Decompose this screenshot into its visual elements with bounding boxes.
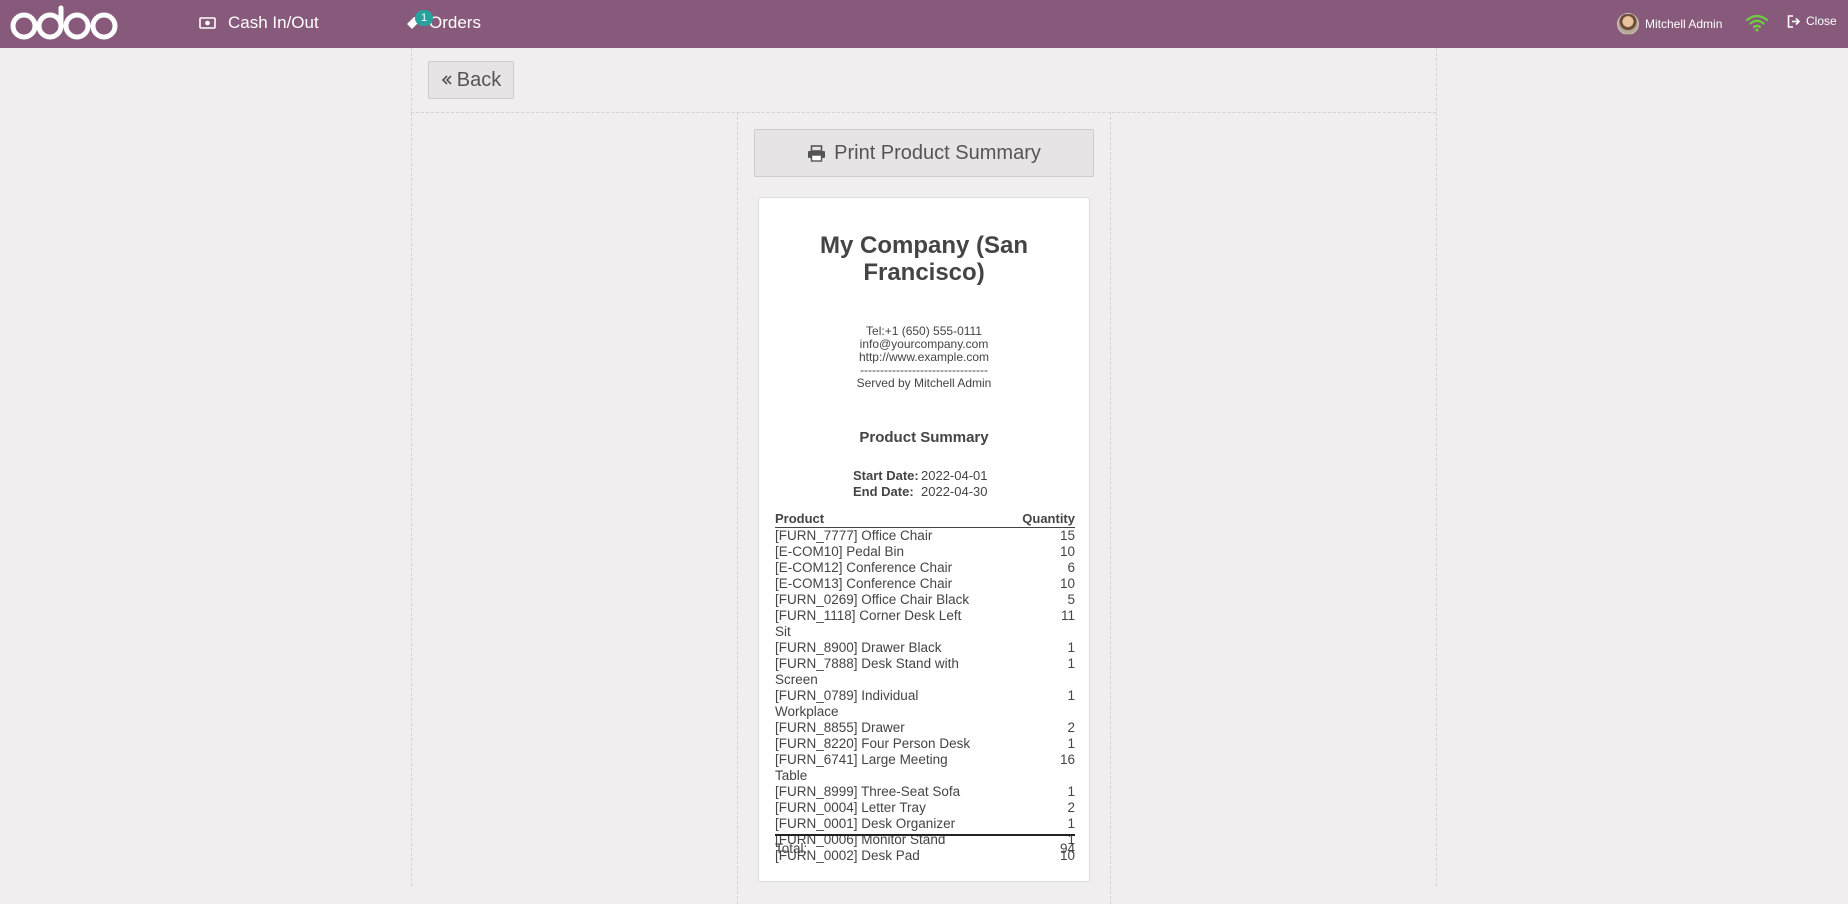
table-row: [E-COM10] Pedal Bin 10	[775, 544, 1075, 560]
product-name: [FURN_0269] Office Chair Black	[775, 592, 970, 607]
start-date-value: 2022-04-01	[921, 468, 988, 483]
table-row: [FURN_8855] Drawer 2	[775, 720, 1075, 736]
avatar	[1617, 13, 1639, 35]
product-quantity: 11	[1060, 608, 1075, 623]
guide-line	[1110, 112, 1111, 904]
guide-line	[1436, 48, 1437, 886]
total-divider	[775, 834, 1075, 836]
end-date-value: 2022-04-30	[921, 484, 988, 499]
product-name: [FURN_0789] Individual Workplace	[775, 688, 919, 719]
table-row: [FURN_6741] Large Meeting Table 16	[775, 752, 1075, 784]
product-quantity: 1	[1067, 784, 1075, 799]
table-row: [E-COM12] Conference Chair 6	[775, 560, 1075, 576]
product-name: [FURN_7888] Desk Stand with Screen	[775, 656, 959, 687]
product-quantity: 1	[1067, 736, 1075, 751]
guide-line	[411, 112, 1436, 113]
start-date-label: Start Date:	[853, 468, 919, 483]
product-quantity: 2	[1067, 720, 1075, 735]
table-row: [FURN_1118] Corner Desk Left Sit 11	[775, 608, 1075, 640]
product-quantity: 6	[1067, 560, 1075, 575]
orders-label: Orders	[429, 13, 481, 32]
double-chevron-left-icon	[441, 75, 452, 85]
table-row: [FURN_8220] Four Person Desk 1	[775, 736, 1075, 752]
table-header: Product Quantity	[775, 511, 1075, 528]
served-by: Served by Mitchell Admin	[856, 376, 992, 390]
user-menu[interactable]: Mitchell Admin	[1617, 13, 1722, 35]
product-quantity: 5	[1067, 592, 1075, 607]
table-row: [FURN_8999] Three-Seat Sofa 1	[775, 784, 1075, 800]
product-name: [FURN_7777] Office Chair	[775, 528, 933, 543]
product-name: [E-COM12] Conference Chair	[775, 560, 953, 575]
product-name: [FURN_0004] Letter Tray	[775, 800, 926, 815]
product-name: [FURN_6741] Large Meeting Table	[775, 752, 948, 783]
product-quantity: 16	[1059, 752, 1075, 767]
back-button[interactable]: Back	[428, 61, 514, 99]
quantity-column-header: Quantity	[1022, 511, 1075, 526]
orders-count-badge: 1	[415, 10, 434, 26]
product-name: [FURN_8855] Drawer	[775, 720, 905, 735]
product-quantity: 1	[1067, 816, 1075, 831]
guide-line	[411, 48, 412, 886]
product-name: [E-COM13] Conference Chair	[775, 576, 953, 591]
table-row: [FURN_0004] Letter Tray 2	[775, 800, 1075, 816]
sign-out-icon	[1787, 14, 1801, 28]
product-name: [FURN_8999] Three-Seat Sofa	[775, 784, 961, 799]
product-name: [E-COM10] Pedal Bin	[775, 544, 905, 559]
back-label: Back	[456, 68, 502, 91]
product-quantity: 1	[1067, 688, 1075, 703]
table-row: [E-COM13] Conference Chair 10	[775, 576, 1075, 592]
cash-in-out-button[interactable]: Cash In/Out	[199, 13, 319, 33]
product-column-header: Product	[775, 511, 825, 526]
product-name: [FURN_1118] Corner Desk Left Sit	[775, 608, 962, 639]
print-icon	[808, 144, 826, 162]
product-quantity: 15	[1059, 528, 1075, 543]
product-name: [FURN_8220] Four Person Desk	[775, 736, 971, 751]
product-summary-title: Product Summary	[859, 429, 989, 446]
receipt: My Company (San Francisco) Tel:+1 (650) …	[758, 197, 1090, 882]
product-quantity: 1	[1067, 656, 1075, 671]
table-row: [FURN_8900] Drawer Black 1	[775, 640, 1075, 656]
product-quantity: 10	[1059, 576, 1075, 591]
product-table: Product Quantity [FURN_7777] Office Chai…	[775, 511, 1075, 864]
total-label: Total:	[775, 841, 808, 856]
guide-line	[737, 112, 738, 904]
date-range: Start Date: 2022-04-01 End Date: 2022-04…	[759, 468, 1089, 500]
product-quantity: 2	[1067, 800, 1075, 815]
total-row: Total: 94	[775, 841, 1075, 856]
print-label: Print Product Summary	[834, 141, 1041, 164]
table-row: [FURN_0269] Office Chair Black 5	[775, 592, 1075, 608]
product-quantity: 10	[1059, 544, 1075, 559]
orders-button[interactable]: 1 Orders	[405, 10, 481, 33]
wifi-icon[interactable]	[1745, 14, 1769, 32]
total-value: 94	[1059, 841, 1075, 856]
table-body: [FURN_7777] Office Chair 15 [E-COM10] Peda…	[775, 528, 1075, 864]
close-button[interactable]: Close	[1787, 14, 1837, 28]
cash-in-out-label: Cash In/Out	[228, 13, 319, 32]
user-name: Mitchell Admin	[1645, 17, 1723, 31]
table-row: [FURN_7777] Office Chair 15	[775, 528, 1075, 544]
end-date-label: End Date:	[853, 484, 914, 499]
top-navbar: Cash In/Out 1 Orders Mitchell Admin Clos…	[0, 0, 1848, 48]
table-row: [FURN_7888] Desk Stand with Screen 1	[775, 656, 1075, 688]
table-row: [FURN_0001] Desk Organizer 1	[775, 816, 1075, 832]
product-quantity: 1	[1067, 640, 1075, 655]
company-name: My Company (San Francisco)	[819, 232, 1029, 286]
money-icon	[199, 17, 216, 29]
close-label: Close	[1806, 14, 1837, 28]
company-contact: Tel:+1 (650) 555-0111 info@yourcompany.c…	[759, 325, 1089, 390]
print-product-summary-button[interactable]: Print Product Summary	[754, 129, 1094, 177]
table-row: [FURN_0789] Individual Workplace 1	[775, 688, 1075, 720]
odoo-logo[interactable]	[9, 5, 121, 41]
product-name: [FURN_0001] Desk Organizer	[775, 816, 956, 831]
product-name: [FURN_8900] Drawer Black	[775, 640, 942, 655]
